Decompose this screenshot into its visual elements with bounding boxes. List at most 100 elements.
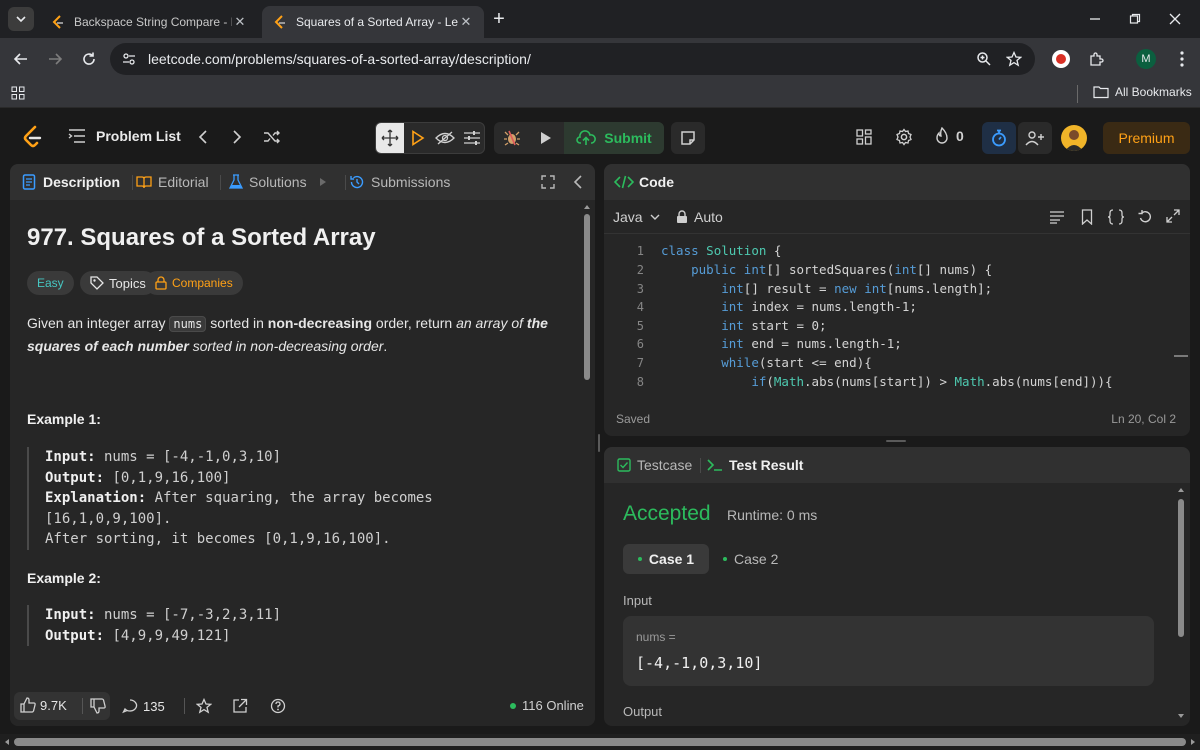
line-number: 2 xyxy=(636,263,644,277)
auto-mode[interactable]: Auto xyxy=(676,209,723,225)
online-count: 116 Online xyxy=(522,698,584,713)
move-drag-icon[interactable] xyxy=(376,123,404,153)
like-count: 9.7K xyxy=(40,697,67,713)
result-scrollbar[interactable] xyxy=(1176,485,1186,723)
tab-testcase[interactable]: Testcase xyxy=(617,457,692,473)
collapse-chevron-icon[interactable] xyxy=(570,174,586,190)
tab-editorial[interactable]: Editorial xyxy=(136,174,209,190)
help-icon[interactable] xyxy=(270,698,286,714)
output-section-label: Output xyxy=(623,704,663,719)
reset-icon[interactable] xyxy=(1137,209,1153,225)
back-arrow-icon[interactable] xyxy=(10,48,32,70)
bookmark-star-icon[interactable] xyxy=(1006,51,1022,67)
braces-icon[interactable] xyxy=(1107,209,1125,225)
profile-avatar[interactable]: M xyxy=(1136,49,1156,69)
submit-button[interactable]: Submit xyxy=(564,122,664,154)
tab-submissions[interactable]: Submissions xyxy=(349,174,450,190)
minimize-icon[interactable] xyxy=(1080,8,1110,30)
site-info-icon[interactable] xyxy=(122,52,136,66)
tab-solutions[interactable]: Solutions xyxy=(229,174,327,190)
topics-label: Topics xyxy=(109,275,146,291)
maximize-icon[interactable] xyxy=(540,174,556,190)
run-play-icon[interactable] xyxy=(530,123,562,153)
like-divider xyxy=(82,698,83,714)
case-1-tab[interactable]: Case 1 xyxy=(623,544,709,574)
forward-arrow-icon[interactable] xyxy=(44,48,66,70)
layout-grid-icon[interactable] xyxy=(854,128,874,146)
star-icon[interactable] xyxy=(196,698,212,714)
online-dot xyxy=(510,702,516,709)
sliders-icon[interactable] xyxy=(460,123,484,153)
premium-button[interactable]: Premium xyxy=(1103,122,1190,154)
next-problem-chevron-icon[interactable] xyxy=(228,128,246,146)
tab-test-result[interactable]: Test Result xyxy=(707,457,803,473)
close-window-icon[interactable] xyxy=(1160,8,1190,30)
problem-list-button[interactable]: Problem List xyxy=(68,128,181,144)
fullscreen-icon[interactable] xyxy=(1166,209,1180,223)
result-verdict: Accepted xyxy=(623,502,711,525)
example-output: [0,1,9,16,100] xyxy=(104,469,231,486)
extension-red-icon[interactable] xyxy=(1052,50,1070,68)
shuffle-icon[interactable] xyxy=(262,128,282,146)
browser-menu-icon[interactable] xyxy=(1172,49,1192,69)
document-icon xyxy=(22,174,36,190)
case-2-tab[interactable]: Case 2 xyxy=(723,544,803,574)
new-tab-button[interactable]: + xyxy=(488,8,510,30)
comments-button[interactable]: 135 xyxy=(122,698,165,714)
folder-icon xyxy=(1093,86,1109,99)
statement-bold: non-decreasing xyxy=(267,315,373,331)
add-collaborator-icon[interactable] xyxy=(1018,122,1052,154)
close-tab-icon[interactable]: ✕ xyxy=(232,14,248,30)
all-bookmarks-button[interactable]: All Bookmarks xyxy=(1093,85,1192,99)
flask-icon xyxy=(229,174,243,189)
submit-label: Submit xyxy=(604,130,652,146)
like-button[interactable]: 9.7K xyxy=(20,697,67,713)
format-lines-icon[interactable] xyxy=(1049,210,1065,224)
flame-icon xyxy=(936,127,948,144)
bookmark-icon[interactable] xyxy=(1081,209,1093,225)
browser-tab-backspace[interactable]: Backspace String Compare - Lee ✕ xyxy=(40,6,258,38)
stopwatch-icon xyxy=(992,129,1006,147)
prev-problem-chevron-icon[interactable] xyxy=(194,128,212,146)
hide-eye-icon[interactable] xyxy=(432,123,458,153)
apps-grid-icon[interactable] xyxy=(11,86,25,100)
horizontal-splitter[interactable] xyxy=(886,440,906,442)
code-line: public int[] sortedSquares(int[] nums) { xyxy=(691,262,993,277)
companies-button[interactable]: Companies xyxy=(145,271,243,295)
tab-divider xyxy=(345,175,346,190)
comment-icon xyxy=(122,699,138,714)
page-horizontal-scrollbar[interactable] xyxy=(0,734,1200,750)
thumbs-down-icon[interactable] xyxy=(90,698,106,714)
statement-text: sorted in xyxy=(206,315,268,331)
settings-gear-icon[interactable] xyxy=(894,128,914,146)
share-icon[interactable] xyxy=(232,698,248,714)
tab-title: Squares of a Sorted Array - Lee xyxy=(296,15,458,29)
debug-bug-icon[interactable] xyxy=(496,123,528,153)
close-tab-icon[interactable]: ✕ xyxy=(458,14,474,30)
reload-icon[interactable] xyxy=(78,48,100,70)
restore-icon[interactable] xyxy=(1120,8,1150,30)
extensions-puzzle-icon[interactable] xyxy=(1086,49,1106,69)
code-line: int[] result = new int[nums.length]; xyxy=(721,281,993,296)
run-outline-icon[interactable] xyxy=(406,123,430,153)
leetcode-logo-icon[interactable] xyxy=(22,125,44,149)
tab-search-button[interactable] xyxy=(8,7,34,31)
panel-splitter[interactable] xyxy=(598,434,600,452)
streak-counter[interactable]: 0 xyxy=(934,127,964,145)
companies-label: Companies xyxy=(172,276,233,290)
zoom-icon[interactable] xyxy=(976,51,992,67)
browser-tab-squares[interactable]: Squares of a Sorted Array - Lee ✕ xyxy=(262,6,484,38)
scrollbar-thumb[interactable] xyxy=(14,738,1186,746)
example-explanation: [16,1,0,9,100]. xyxy=(45,510,172,527)
notes-button[interactable] xyxy=(671,122,705,154)
description-scrollbar[interactable] xyxy=(582,202,592,684)
address-bar[interactable]: leetcode.com/problems/squares-of-a-sorte… xyxy=(110,43,1035,75)
statement-text: order, return xyxy=(372,315,457,331)
tab-description[interactable]: Description xyxy=(22,174,120,190)
user-avatar[interactable] xyxy=(1061,125,1087,151)
example-explanation: After sorting, it becomes [0,1,9,16,100]… xyxy=(45,531,391,547)
profile-initial: M xyxy=(1141,53,1151,65)
timer-button[interactable] xyxy=(982,122,1016,154)
tab-divider xyxy=(132,175,133,190)
language-select[interactable]: Java xyxy=(613,209,661,225)
